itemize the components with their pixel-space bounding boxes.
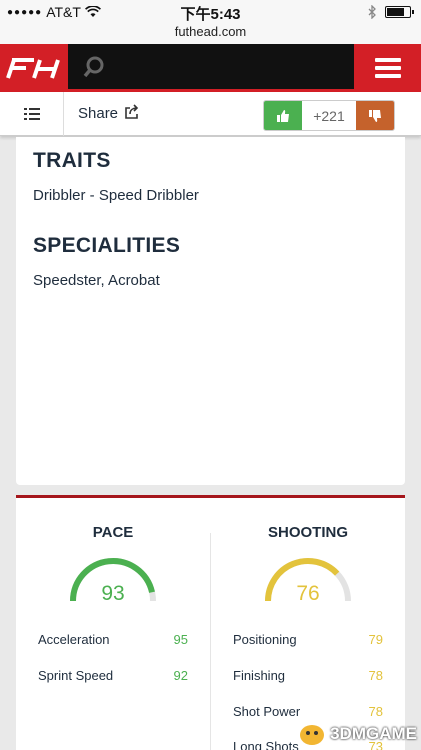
vote-count: +221 xyxy=(302,101,356,130)
stat-row-finishing: Finishing 78 xyxy=(233,668,383,683)
list-button[interactable] xyxy=(0,92,64,136)
column-divider xyxy=(210,533,211,750)
futhead-logo[interactable] xyxy=(0,44,68,92)
stat-value: 78 xyxy=(368,668,383,683)
stat-label: Acceleration xyxy=(38,632,110,647)
stat-row-sprint-speed: Sprint Speed 92 xyxy=(38,668,188,683)
watermark: 3DMGAME xyxy=(297,722,417,746)
status-right xyxy=(368,5,414,19)
logo-icon xyxy=(6,58,60,79)
bluetooth-icon xyxy=(368,5,376,19)
stat-label: Sprint Speed xyxy=(38,668,114,683)
shooting-title: SHOOTING xyxy=(267,524,348,541)
stat-label: Positioning xyxy=(233,632,297,647)
hamburger-icon xyxy=(374,54,401,82)
share-icon[interactable] xyxy=(124,104,140,120)
menu-button[interactable] xyxy=(354,44,421,92)
stat-value: 79 xyxy=(368,632,383,647)
pace-title: PACE xyxy=(92,524,134,541)
site-header xyxy=(0,44,421,92)
share-button[interactable]: Share xyxy=(78,105,118,122)
thumbs-up-icon xyxy=(277,109,289,122)
stat-value: 78 xyxy=(368,704,383,719)
traits-heading: TRAITS xyxy=(33,149,111,172)
thumbs-down-icon xyxy=(369,109,381,122)
stat-row-positioning: Positioning 79 xyxy=(233,632,383,647)
watermark-logo xyxy=(300,725,325,745)
clock: 下午5:43 xyxy=(180,6,241,23)
search-icon[interactable] xyxy=(82,55,106,79)
stat-row-acceleration: Acceleration 95 xyxy=(38,632,188,647)
stat-value: 95 xyxy=(173,632,188,647)
url-text: futhead.com xyxy=(174,24,247,39)
specialities-heading: SPECIALITIES xyxy=(33,234,181,257)
battery-icon xyxy=(385,6,414,18)
downvote-button[interactable] xyxy=(356,101,394,130)
url-bar[interactable]: futhead.com xyxy=(0,24,421,44)
watermark-text: 3DMGAME xyxy=(330,724,417,743)
specialities-value: Speedster, Acrobat xyxy=(33,272,160,289)
traits-card: TRAITS Dribbler - Speed Dribbler SPECIAL… xyxy=(16,137,405,485)
stat-label: Shot Power xyxy=(233,704,301,719)
upvote-button[interactable] xyxy=(264,101,302,130)
vote-group: +221 xyxy=(263,100,395,131)
stat-label: Finishing xyxy=(233,668,286,683)
status-bar: ●●●●● AT&T 下午5:43 xyxy=(0,0,421,24)
stat-label: Long Shots xyxy=(233,739,299,750)
list-icon xyxy=(23,108,40,120)
traits-value: Dribbler - Speed Dribbler xyxy=(33,187,199,204)
pace-value: 93 xyxy=(101,582,125,605)
search-bar[interactable] xyxy=(68,44,354,92)
stat-row-shot-power: Shot Power 78 xyxy=(233,704,383,719)
stat-value: 92 xyxy=(173,668,188,683)
shooting-value: 76 xyxy=(296,582,320,605)
stats-card: PACE 93 Acceleration 95 Sprint Speed 92 … xyxy=(16,495,405,750)
share-bar: Share +221 xyxy=(0,92,421,136)
